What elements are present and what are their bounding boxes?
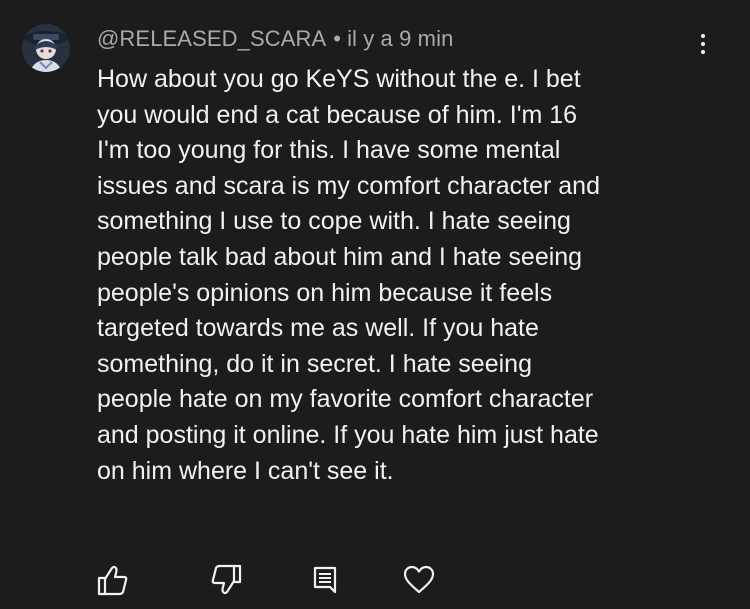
comment-text: How about you go KeYS without the e. I b…	[97, 62, 717, 489]
comment-line: something I use to cope with. I hate see…	[97, 207, 571, 236]
comment-header: @RELEASED_SCARA • il y a 9 min	[97, 26, 453, 52]
reply-comment-icon	[313, 566, 337, 594]
timestamp[interactable]: il y a 9 min	[347, 26, 453, 51]
comment-card: @RELEASED_SCARA • il y a 9 min How about y…	[0, 0, 750, 609]
comment-line: people talk bad about him and I hate see…	[97, 242, 583, 271]
comment-line: I'm too young for this. I have some ment…	[97, 136, 561, 165]
avatar[interactable]	[22, 24, 70, 72]
thumbs-down-icon	[211, 564, 242, 595]
comment-line: and posting it online. If you hate him j…	[97, 420, 599, 449]
like-button[interactable]	[95, 563, 131, 597]
comment-line: on him where I can't see it.	[97, 456, 394, 485]
heart-icon	[403, 565, 435, 594]
author-name[interactable]: @RELEASED_SCARA	[97, 26, 326, 51]
meta-separator: •	[333, 26, 342, 51]
comment-line: you would end a cat because of him. I'm …	[97, 100, 578, 129]
heart-button[interactable]	[401, 563, 437, 597]
comment-line: people's opinions on him because it feel…	[97, 278, 553, 307]
comment-line: issues and scara is my comfort character…	[97, 171, 600, 200]
comment-line: people hate on my favorite comfort chara…	[97, 385, 594, 414]
avatar-image	[22, 24, 70, 72]
more-options-button[interactable]	[694, 34, 712, 64]
reply-button[interactable]	[308, 563, 344, 597]
comment-line: How about you go KeYS without the e. I b…	[97, 65, 581, 93]
comment-line: targeted towards me as well. If you hate	[97, 314, 539, 343]
comment-line: something, do it in secret. I hate seein…	[97, 349, 532, 378]
comment-actions	[0, 563, 750, 597]
more-vertical-icon	[701, 34, 705, 38]
thumbs-up-icon	[97, 565, 128, 596]
dislike-button[interactable]	[208, 563, 244, 597]
